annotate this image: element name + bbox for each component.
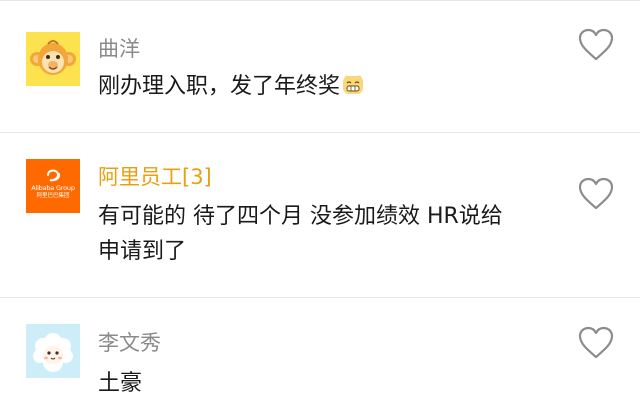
comment-text-line: 有可能的 待了四个月 没参加绩效 HR说给 [98, 204, 503, 229]
like-heart-icon[interactable] [578, 326, 614, 360]
monkey-icon[interactable] [26, 32, 80, 86]
comment-username[interactable]: 李文秀 [98, 330, 161, 356]
comment-list: 曲洋 刚办理入职，发了年终奖 Alibaba Group 阿里巴巴集团 阿里员工… [0, 0, 640, 418]
alibaba-logo-icon[interactable]: Alibaba Group 阿里巴巴集团 [26, 159, 80, 213]
comment-text: 土豪 [98, 371, 143, 396]
comment-text-line: 申请到了 [98, 239, 187, 264]
alibaba-logo-text: Alibaba Group [31, 184, 75, 192]
comment-item: 曲洋 刚办理入职，发了年终奖 [0, 0, 640, 132]
grin-emoji-icon [342, 73, 364, 107]
comment-username[interactable]: 阿里员工[3] [98, 164, 212, 190]
comment-text-content: 刚办理入职，发了年终奖 [98, 74, 341, 99]
comment-item: 李文秀 土豪 [0, 298, 640, 418]
like-heart-icon[interactable] [578, 28, 614, 62]
comment-text: 刚办理入职，发了年终奖 [98, 70, 364, 107]
sheep-icon[interactable] [26, 324, 80, 378]
comment-username[interactable]: 曲洋 [98, 36, 140, 62]
like-heart-icon[interactable] [578, 177, 614, 211]
comment-item: Alibaba Group 阿里巴巴集团 阿里员工[3] 有可能的 待了四个月 … [0, 133, 640, 297]
alibaba-logo-cn-text: 阿里巴巴集团 [36, 193, 70, 199]
